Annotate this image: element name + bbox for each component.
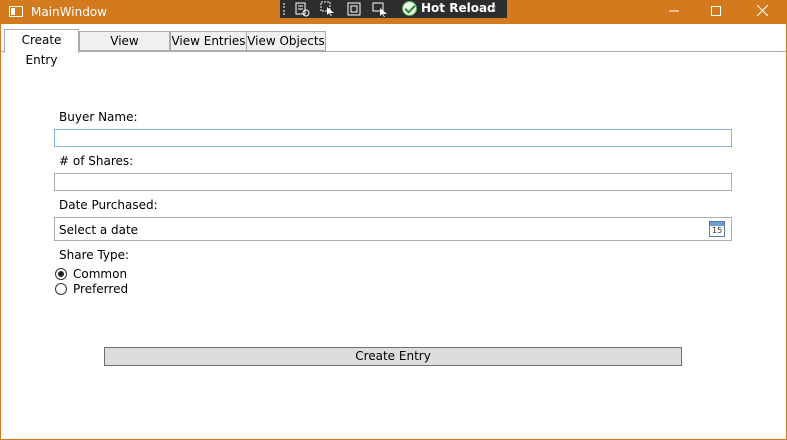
app-icon <box>9 6 23 17</box>
track-focused-element-icon[interactable] <box>372 1 388 17</box>
tab-view-entries[interactable]: View Entries <box>170 31 247 51</box>
shares-label: # of Shares: <box>59 154 134 168</box>
radio-common[interactable] <box>55 268 67 280</box>
tab-view-summary[interactable]: View Summary <box>79 31 170 66</box>
buyer-name-label: Buyer Name: <box>59 110 138 124</box>
tab-strip: Create Entry View Summary View Entries V… <box>1 24 786 67</box>
minimize-icon <box>669 10 679 12</box>
maximize-button[interactable] <box>693 0 739 24</box>
share-type-label: Share Type: <box>59 248 130 262</box>
radio-common-label[interactable]: Common <box>73 267 127 281</box>
buyer-name-input[interactable] <box>54 129 732 147</box>
hot-reload-toolbar: Hot Reload ‹ <box>280 0 507 18</box>
shares-input[interactable] <box>54 173 732 191</box>
hot-reload-status-icon <box>402 1 417 16</box>
date-purchased-picker[interactable]: Select a date 15 <box>54 217 732 241</box>
hot-reload-label[interactable]: Hot Reload <box>421 1 496 15</box>
toolbar-grip-icon[interactable] <box>283 3 287 15</box>
select-element-icon[interactable] <box>320 1 336 17</box>
date-placeholder[interactable]: Select a date <box>59 223 138 237</box>
tab-view-objects[interactable]: View Objects <box>246 31 326 51</box>
calendar-day: 15 <box>712 226 723 235</box>
minimize-button[interactable] <box>651 0 697 24</box>
create-entry-panel: Buyer Name: # of Shares: Date Purchased:… <box>1 51 786 439</box>
window-title: MainWindow <box>31 5 107 19</box>
collapse-toolbar-icon[interactable]: ‹ <box>492 1 497 15</box>
close-button[interactable] <box>739 0 785 24</box>
display-layout-adorners-icon[interactable] <box>346 1 362 17</box>
main-window: MainWindow Hot Reload ‹ Create Entry Vie… <box>0 0 787 440</box>
close-icon <box>756 4 768 17</box>
title-bar[interactable]: MainWindow Hot Reload ‹ <box>0 0 787 24</box>
radio-preferred-label[interactable]: Preferred <box>73 282 128 296</box>
tab-create-entry[interactable]: Create Entry <box>4 29 79 67</box>
maximize-icon <box>711 6 721 16</box>
radio-preferred[interactable] <box>55 283 67 295</box>
window-client-area: Create Entry View Summary View Entries V… <box>1 24 786 439</box>
calendar-icon[interactable]: 15 <box>709 221 725 237</box>
create-entry-button[interactable]: Create Entry <box>104 347 682 366</box>
live-visual-tree-icon[interactable] <box>294 1 310 17</box>
date-purchased-label: Date Purchased: <box>59 198 158 212</box>
